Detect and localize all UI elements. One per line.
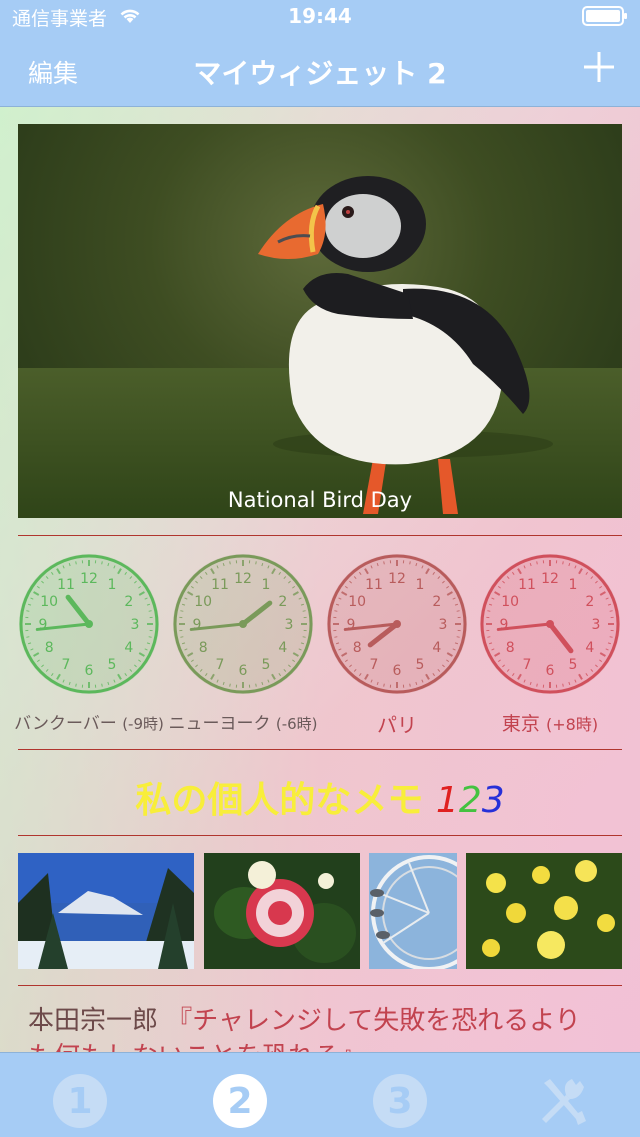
tab-bar: 1 2 3 xyxy=(0,1052,640,1137)
clock-numeral: 8 xyxy=(353,640,362,656)
thumbnail-ferris-wheel[interactable] xyxy=(369,853,457,969)
navigation-bar: 編集 マイウィジェット 2 xyxy=(0,32,640,107)
clock-numeral: 10 xyxy=(40,594,58,610)
widget-scroll-area[interactable]: National Bird Day 123456789101112 123456… xyxy=(0,107,640,1052)
divider xyxy=(18,835,622,836)
tab-2[interactable]: 2 xyxy=(212,1073,268,1129)
clock-numeral: 4 xyxy=(585,640,594,656)
clock-numeral: 1 xyxy=(569,577,578,593)
clock-numeral: 12 xyxy=(388,571,406,587)
clock-numeral: 1 xyxy=(108,577,117,593)
quote-line-1: 『チャレンジして失敗を恐れるより xyxy=(166,1006,580,1036)
clock-numeral: 11 xyxy=(518,577,536,593)
tools-icon[interactable] xyxy=(532,1073,588,1129)
clock-numeral: 3 xyxy=(131,617,140,633)
memo-widget[interactable]: 私の個人的なメモ 123 xyxy=(0,771,640,823)
clock-numeral: 5 xyxy=(262,657,271,673)
divider xyxy=(18,535,622,536)
clock-numeral: 4 xyxy=(124,640,133,656)
clock-numeral: 11 xyxy=(57,577,75,593)
clock-numeral: 4 xyxy=(432,640,441,656)
status-time: 19:44 xyxy=(0,4,640,28)
clock-numeral: 6 xyxy=(239,663,248,679)
tab-1-number: 1 xyxy=(67,1081,92,1122)
tab-3-number: 3 xyxy=(387,1081,412,1122)
thumbnail-camellia[interactable] xyxy=(204,853,360,969)
clock-new-york[interactable]: 123456789101112 xyxy=(170,551,316,697)
clock-tokyo[interactable]: 123456789101112 xyxy=(477,551,623,697)
clock-numeral: 2 xyxy=(585,594,594,610)
clock-numeral: 11 xyxy=(211,577,229,593)
divider xyxy=(18,749,622,750)
quote-widget[interactable]: 本田宗一郎 『チャレンジして失敗を恐れるより も何もしないことを恐れろ』 xyxy=(28,1003,628,1052)
puffin-image xyxy=(18,124,622,518)
clock-numeral: 2 xyxy=(124,594,133,610)
clock-numeral: 10 xyxy=(348,594,366,610)
tab-3[interactable]: 3 xyxy=(372,1073,428,1129)
clock-numeral: 8 xyxy=(506,640,515,656)
clock-numeral: 6 xyxy=(546,663,555,679)
clock-numeral: 12 xyxy=(541,571,559,587)
clock-numeral: 10 xyxy=(194,594,212,610)
clock-label-paris: パリ xyxy=(320,709,474,738)
clock-numeral: 6 xyxy=(85,663,94,679)
clock-numeral: 11 xyxy=(365,577,383,593)
clock-numeral: 3 xyxy=(439,617,448,633)
thumbnail-mountain[interactable] xyxy=(18,853,194,969)
clock-numeral: 6 xyxy=(393,663,402,679)
quote-line-2: も何もしないことを恐れろ』 xyxy=(28,1042,366,1052)
clock-numeral: 10 xyxy=(501,594,519,610)
photo-caption: National Bird Day xyxy=(18,488,622,512)
clock-numeral: 12 xyxy=(234,571,252,587)
clock-label-new-york: ニューヨーク (-6時) xyxy=(166,709,320,734)
clock-label-vancouver: バンクーバー (-9時) xyxy=(12,709,166,734)
clock-numeral: 2 xyxy=(278,594,287,610)
clock-numeral: 2 xyxy=(432,594,441,610)
clock-numeral: 8 xyxy=(199,640,208,656)
clock-paris[interactable]: 123456789101112 xyxy=(324,551,470,697)
clock-numeral: 7 xyxy=(216,657,225,673)
status-bar: 通信事業者 19:44 xyxy=(0,0,640,32)
clock-numeral: 4 xyxy=(278,640,287,656)
clock-numeral: 5 xyxy=(416,657,425,673)
photo-widget[interactable]: National Bird Day xyxy=(18,124,622,518)
clock-numeral: 5 xyxy=(569,657,578,673)
memo-text: 私の個人的なメモ xyxy=(135,780,423,821)
battery-icon xyxy=(582,6,628,26)
tab-2-number: 2 xyxy=(227,1081,252,1122)
clock-numeral: 3 xyxy=(592,617,601,633)
quote-author: 本田宗一郎 xyxy=(28,1006,158,1036)
clock-numeral: 7 xyxy=(370,657,379,673)
clock-numeral: 1 xyxy=(262,577,271,593)
clock-numeral: 5 xyxy=(108,657,117,673)
clock-numeral: 8 xyxy=(45,640,54,656)
clock-label-tokyo: 東京 (+8時) xyxy=(473,709,627,736)
clock-numeral: 7 xyxy=(523,657,532,673)
clock-numeral: 1 xyxy=(416,577,425,593)
divider xyxy=(18,985,622,986)
add-icon[interactable] xyxy=(582,50,616,84)
page-title: マイウィジェット 2 xyxy=(0,52,640,92)
clock-vancouver[interactable]: 123456789101112 xyxy=(16,551,162,697)
clock-numeral: 3 xyxy=(285,617,294,633)
tab-1[interactable]: 1 xyxy=(52,1073,108,1129)
clock-numeral: 12 xyxy=(80,571,98,587)
clock-numeral: 7 xyxy=(62,657,71,673)
thumbnail-yellow-roses[interactable] xyxy=(466,853,622,969)
